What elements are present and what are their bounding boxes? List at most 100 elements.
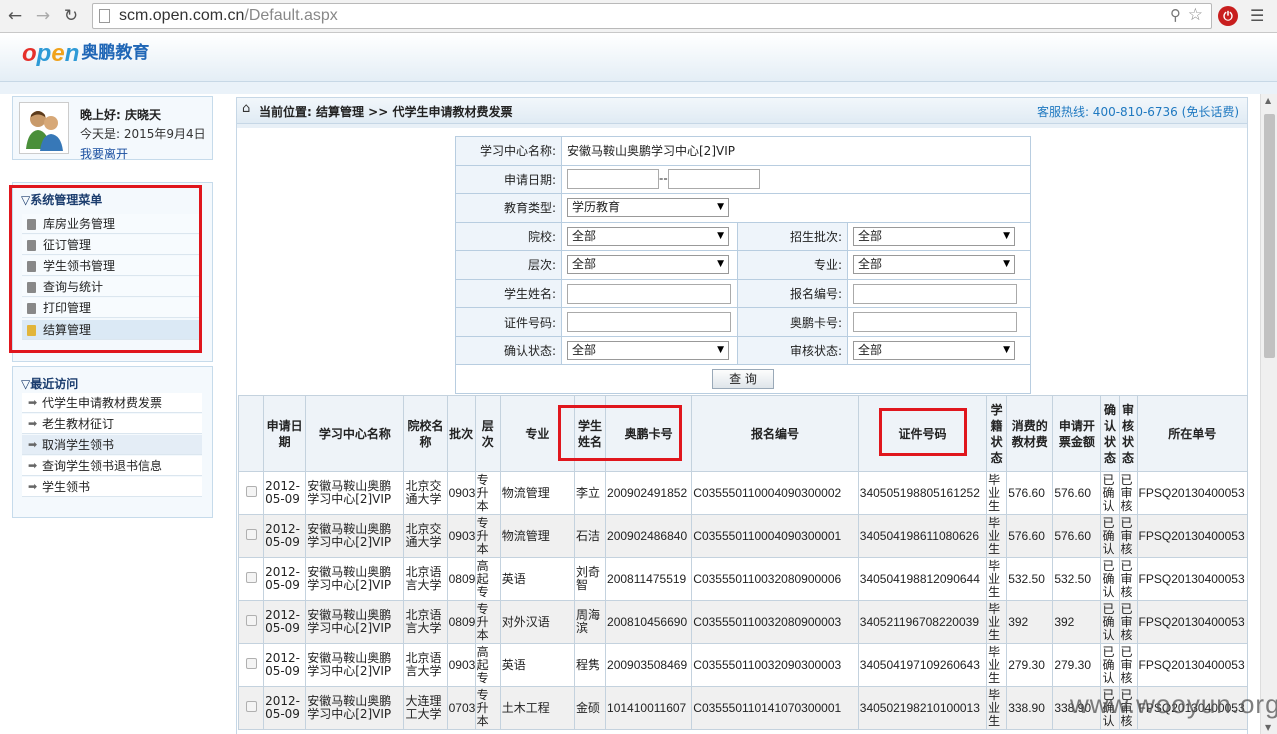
card-input[interactable] — [853, 312, 1017, 333]
table-cell: 大连理工大学 — [403, 686, 448, 730]
page-scrollbar[interactable]: ▲ ▼ — [1260, 94, 1277, 734]
table-cell: 200810456690 — [605, 600, 693, 644]
date-start-input[interactable] — [567, 169, 659, 190]
recent-item-student-books[interactable]: ➡ 学生领书 — [22, 477, 202, 497]
recent-item-cancel[interactable]: ➡ 取消学生领书 — [22, 435, 202, 455]
regno-input[interactable] — [853, 283, 1017, 304]
recent-item-old-student[interactable]: ➡ 老生教材征订 — [22, 414, 202, 434]
edu-type-select[interactable]: 学历教育 ▼ — [567, 198, 729, 218]
col-header: 所在单号 — [1136, 395, 1249, 472]
today-date: 今天是: 2015年9月4日 — [80, 127, 206, 141]
edu-label: 教育类型: — [455, 193, 562, 223]
logo-text: 奥鹏教育 — [81, 43, 150, 63]
row-checkbox[interactable] — [245, 572, 257, 583]
recent-item-return-info[interactable]: ➡ 查询学生领书退书信息 — [22, 456, 202, 476]
bookmark-star-icon[interactable]: ☆ — [1188, 5, 1203, 25]
table-cell: 已审核 — [1118, 643, 1138, 687]
idno-input[interactable] — [567, 312, 731, 333]
col-header: 审核状态 — [1118, 395, 1138, 472]
row-checkbox[interactable] — [245, 701, 257, 712]
student-name-input[interactable] — [567, 283, 731, 304]
table-row[interactable]: 2012-05-09 安徽马鞍山奥鹏学习中心[2]VIP 北京语言大学 0903 高起专… — [237, 643, 1249, 687]
table-cell: FPSQ20130400053 — [1136, 471, 1249, 515]
table-cell: 安徽马鞍山奥鹏学习中心[2]VIP — [305, 643, 405, 687]
table-cell: 340502198210100013 — [857, 686, 988, 730]
row-checkbox[interactable] — [245, 529, 257, 540]
confirm-label: 确认状态: — [455, 335, 562, 366]
confirm-select[interactable]: 全部 ▼ — [567, 341, 729, 361]
row-checkbox[interactable] — [245, 615, 257, 626]
highlight-box-idno — [879, 408, 967, 456]
level-label: 层次: — [455, 250, 562, 280]
arrow-icon: ➡ — [28, 417, 38, 430]
table-cell: 刘奇智 — [573, 557, 607, 601]
regno-label: 报名编号: — [737, 278, 848, 309]
back-icon[interactable]: ← — [4, 5, 26, 27]
table-cell: 北京语言大学 — [403, 600, 448, 644]
table-cell: C035550110032080900006 — [691, 557, 859, 601]
row-checkbox-cell — [237, 471, 265, 515]
logo[interactable]: open 奥鹏教育 — [22, 38, 149, 72]
query-button[interactable]: 查 询 — [712, 369, 774, 390]
table-cell: 已审核 — [1118, 471, 1138, 515]
user-panel: 晚上好: 庆晓天 今天是: 2015年9月4日 我要离开 — [12, 96, 213, 162]
content-strip — [237, 124, 1247, 128]
logout-link[interactable]: 我要离开 — [80, 145, 128, 162]
row-checkbox-cell — [237, 514, 265, 558]
scroll-up-icon[interactable]: ▲ — [1265, 96, 1271, 105]
recent-title[interactable]: ▽最近访问 — [21, 375, 78, 392]
school-label: 院校: — [455, 221, 562, 252]
table-cell: 200902486840 — [605, 514, 693, 558]
row-checkbox[interactable] — [245, 658, 257, 669]
table-cell: 北京语言大学 — [403, 643, 448, 687]
level-select[interactable]: 全部 ▼ — [567, 255, 729, 275]
highlight-box-name-card — [558, 405, 682, 461]
school-value: 全部 — [572, 228, 597, 243]
major-select[interactable]: 全部 ▼ — [853, 255, 1015, 275]
recent-item-invoice[interactable]: ➡ 代学生申请教材费发票 — [22, 393, 202, 413]
table-cell: 安徽马鞍山奥鹏学习中心[2]VIP — [305, 686, 405, 730]
audit-select[interactable]: 全部 ▼ — [853, 341, 1015, 361]
scroll-thumb[interactable] — [1264, 114, 1275, 358]
table-cell: 李立 — [573, 471, 607, 515]
extension-icon[interactable]: ⏻ — [1218, 6, 1238, 26]
col-header: 报名编号 — [691, 395, 859, 472]
url-text[interactable]: scm.open.com.cn/Default.aspx — [119, 7, 338, 25]
arrow-icon: ➡ — [28, 438, 38, 451]
forward-icon[interactable]: → — [32, 5, 54, 27]
chevron-down-icon: ▼ — [717, 345, 724, 356]
table-row[interactable]: 2012-05-09 安徽马鞍山奥鹏学习中心[2]VIP 北京交通大学 0903 专升本… — [237, 471, 1249, 515]
table-cell: C035550110004090300001 — [691, 514, 859, 558]
greeting: 晚上好: 庆晓天 — [80, 108, 161, 122]
scroll-down-icon[interactable]: ▼ — [1265, 723, 1271, 732]
batch-select[interactable]: 全部 ▼ — [853, 226, 1015, 246]
table-cell: 0903 — [446, 514, 476, 558]
address-bar[interactable]: scm.open.com.cn/Default.aspx ⚲ ☆ — [92, 3, 1212, 29]
table-cell: 0809 — [446, 557, 476, 601]
date-end-input[interactable] — [667, 169, 760, 190]
header-strip — [0, 82, 1277, 94]
table-cell: 576.60 — [1006, 514, 1054, 558]
row-checkbox[interactable] — [245, 486, 257, 497]
browser-menu-icon[interactable]: ☰ — [1250, 6, 1266, 26]
zoom-icon[interactable]: ⚲ — [1170, 6, 1181, 24]
school-select[interactable]: 全部 ▼ — [567, 226, 729, 246]
home-icon[interactable]: ⌂ — [242, 101, 250, 116]
table-cell: 北京语言大学 — [403, 557, 448, 601]
table-cell: 土木工程 — [499, 686, 575, 730]
url-host: scm.open.com.cn — [119, 7, 245, 24]
chevron-down-icon: ▼ — [1003, 345, 1010, 356]
table-row[interactable]: 2012-05-09 安徽马鞍山奥鹏学习中心[2]VIP 北京语言大学 0809 高起专… — [237, 557, 1249, 601]
table-row[interactable]: 2012-05-09 安徽马鞍山奥鹏学习中心[2]VIP 北京语言大学 0809 专升本… — [237, 600, 1249, 644]
col-header: 学习中心名称 — [305, 395, 405, 472]
table-cell: 已确认 — [1100, 471, 1120, 515]
table-row[interactable]: 2012-05-09 安徽马鞍山奥鹏学习中心[2]VIP 北京交通大学 0903 专升本… — [237, 514, 1249, 558]
table-cell: 2012-05-09 — [263, 557, 307, 601]
table-cell: 专升本 — [474, 471, 501, 515]
reload-icon[interactable]: ↻ — [60, 5, 82, 27]
card-label: 奥鹏卡号: — [737, 307, 848, 337]
table-cell: 毕业生 — [986, 600, 1008, 644]
table-cell: 毕业生 — [986, 514, 1008, 558]
table-cell: 392 — [1006, 600, 1054, 644]
col-header: 学籍状态 — [986, 395, 1008, 472]
